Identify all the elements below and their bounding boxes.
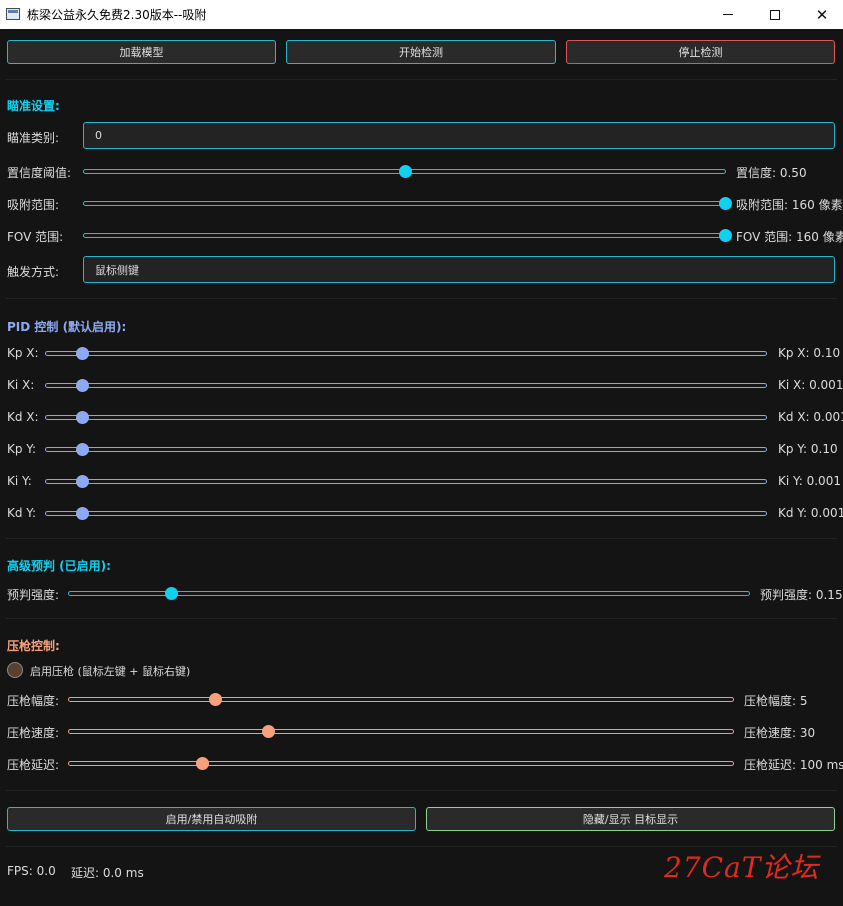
kp-y-slider[interactable]: [45, 443, 767, 456]
aim-category-input[interactable]: 0: [83, 122, 835, 149]
kd-y-slider[interactable]: [45, 507, 767, 520]
minimize-icon: [723, 14, 733, 15]
ki-y-slider[interactable]: [45, 475, 767, 488]
snap-range-value: 吸附范围: 160 像素: [736, 198, 843, 212]
recoil-amplitude-label: 压枪幅度:: [7, 694, 60, 708]
ki-y-value: Ki Y: 0.001: [778, 474, 841, 488]
kd-y-value: Kd Y: 0.001: [778, 506, 843, 520]
ki-x-label: Ki X:: [7, 378, 35, 392]
prediction-section-title: 高级预判 (已启用):: [7, 559, 111, 573]
minimize-button[interactable]: [705, 0, 751, 29]
snap-range-slider[interactable]: [83, 197, 732, 210]
recoil-section-title: 压枪控制:: [7, 639, 60, 653]
confidence-slider[interactable]: [83, 165, 726, 178]
aim-section-title: 瞄准设置:: [7, 99, 60, 113]
watermark-logo: 27CaT论坛: [664, 851, 820, 884]
close-button[interactable]: ✕: [799, 0, 843, 29]
confidence-label: 置信度阈值:: [7, 166, 72, 180]
recoil-enable-label: 启用压枪 (鼠标左键 + 鼠标右键): [30, 665, 191, 678]
recoil-delay-label: 压枪延迟:: [7, 758, 60, 772]
slider-handle[interactable]: [165, 587, 178, 600]
divider: [6, 790, 837, 791]
fov-range-value: FOV 范围: 160 像素: [736, 230, 843, 244]
kp-x-value: Kp X: 0.10: [778, 346, 841, 360]
slider-handle[interactable]: [719, 197, 732, 210]
slider-handle[interactable]: [719, 229, 732, 242]
slider-handle[interactable]: [76, 443, 89, 456]
trigger-mode-select[interactable]: 鼠标侧键: [83, 256, 835, 283]
app-window-icon: [6, 8, 20, 20]
kd-x-label: Kd X:: [7, 410, 39, 424]
recoil-amplitude-value: 压枪幅度: 5: [744, 694, 808, 708]
snap-range-label: 吸附范围:: [7, 198, 60, 212]
recoil-delay-slider[interactable]: [68, 757, 734, 770]
recoil-enable-checkbox[interactable]: [7, 662, 23, 678]
kd-y-label: Kd Y:: [7, 506, 37, 520]
prediction-strength-label: 预判强度:: [7, 588, 60, 602]
window-title: 栋梁公益永久免费2.30版本--吸附: [27, 8, 207, 22]
prediction-strength-value: 预判强度: 0.15: [760, 588, 843, 602]
stop-detect-button[interactable]: 停止检测: [566, 40, 835, 64]
slider-handle[interactable]: [398, 165, 412, 178]
slider-handle[interactable]: [209, 693, 223, 706]
confidence-value: 置信度: 0.50: [736, 166, 807, 180]
aim-category-label: 瞄准类别:: [7, 131, 60, 145]
recoil-speed-slider[interactable]: [68, 725, 734, 738]
ki-x-value: Ki X: 0.001: [778, 378, 843, 392]
slider-handle[interactable]: [76, 347, 89, 360]
fps-status: FPS: 0.0: [7, 864, 56, 878]
close-icon: ✕: [815, 5, 829, 24]
ki-x-slider[interactable]: [45, 379, 767, 392]
start-detect-button[interactable]: 开始检测: [286, 40, 556, 64]
divider: [6, 538, 837, 539]
divider: [6, 618, 837, 619]
recoil-speed-value: 压枪速度: 30: [744, 726, 816, 740]
latency-status: 延迟: 0.0 ms: [71, 866, 144, 880]
kd-x-slider[interactable]: [45, 411, 767, 424]
slider-handle[interactable]: [262, 725, 276, 738]
fov-range-label: FOV 范围:: [7, 230, 64, 244]
maximize-button[interactable]: [752, 0, 798, 29]
slider-handle[interactable]: [76, 379, 89, 392]
recoil-speed-label: 压枪速度:: [7, 726, 60, 740]
slider-handle[interactable]: [76, 411, 89, 424]
slider-handle[interactable]: [76, 475, 89, 488]
maximize-icon: [770, 9, 780, 20]
kp-y-value: Kp Y: 0.10: [778, 442, 838, 456]
recoil-delay-value: 压枪延迟: 100 ms: [744, 758, 843, 772]
recoil-amplitude-slider[interactable]: [68, 693, 734, 706]
fov-range-slider[interactable]: [83, 229, 732, 242]
title-bar: 栋梁公益永久免费2.30版本--吸附 ✕: [0, 0, 843, 29]
slider-handle[interactable]: [76, 507, 89, 520]
slider-handle[interactable]: [195, 757, 209, 770]
divider: [6, 298, 837, 299]
kp-x-label: Kp X:: [7, 346, 39, 360]
ki-y-label: Ki Y:: [7, 474, 32, 488]
toggle-auto-snap-button[interactable]: 启用/禁用自动吸附: [7, 807, 416, 831]
kp-x-slider[interactable]: [45, 347, 767, 360]
trigger-mode-label: 触发方式:: [7, 265, 60, 279]
prediction-strength-slider[interactable]: [68, 587, 750, 600]
divider: [6, 79, 837, 80]
kp-y-label: Kp Y:: [7, 442, 37, 456]
pid-section-title: PID 控制 (默认启用):: [7, 320, 127, 334]
kd-x-value: Kd X: 0.001: [778, 410, 843, 424]
load-model-button[interactable]: 加载模型: [7, 40, 276, 64]
toggle-target-display-button[interactable]: 隐藏/显示 目标显示: [426, 807, 835, 831]
